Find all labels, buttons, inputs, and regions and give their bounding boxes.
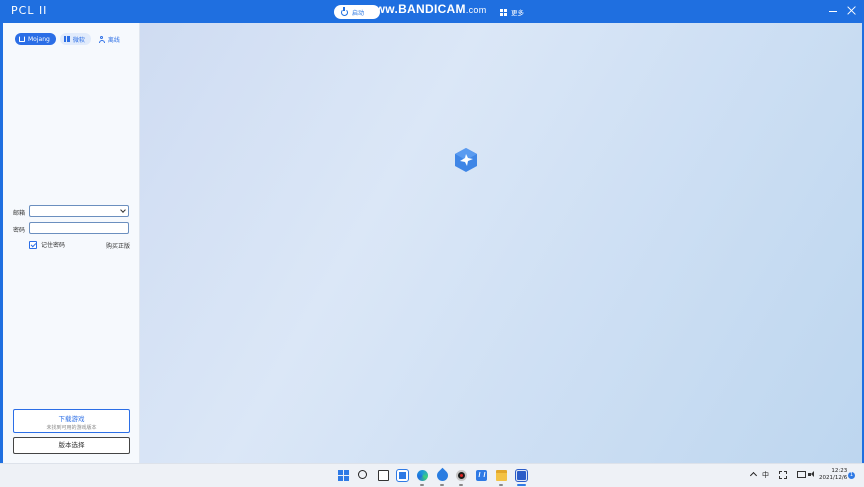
version-select-button[interactable]: 版本选择 bbox=[13, 437, 130, 454]
nav-more-button[interactable]: 更多 bbox=[500, 7, 524, 17]
task-view-icon[interactable] bbox=[378, 470, 389, 481]
search-icon[interactable] bbox=[358, 470, 367, 479]
tray-overflow-chevron-icon[interactable] bbox=[749, 471, 758, 480]
close-icon[interactable] bbox=[847, 5, 857, 17]
tab-mojang-label: Mojang bbox=[28, 35, 50, 43]
notification-badge[interactable]: 1 bbox=[848, 472, 855, 479]
ime-grid-icon[interactable] bbox=[779, 471, 787, 479]
taskbar-active-indicator bbox=[517, 484, 526, 486]
clock-date: 2021/12/6 bbox=[819, 475, 848, 481]
power-icon bbox=[341, 6, 348, 16]
windows-icon bbox=[63, 36, 70, 42]
start-icon[interactable] bbox=[338, 470, 349, 481]
nav-more-label: 更多 bbox=[511, 9, 524, 17]
download-game-button[interactable]: 下载游戏 未找到可用的游戏版本 bbox=[13, 409, 130, 433]
edge-browser-icon[interactable] bbox=[417, 470, 428, 481]
taskbar-clock[interactable]: 12:23 2021/12/6 bbox=[819, 468, 847, 482]
feather-app-icon[interactable] bbox=[434, 467, 451, 484]
taskbar-running-indicator bbox=[420, 484, 424, 486]
bandicam-record-icon[interactable] bbox=[456, 470, 467, 481]
remember-checkbox[interactable] bbox=[29, 240, 37, 249]
login-tabs: Mojang 微软 离线 bbox=[15, 33, 126, 45]
remember-password[interactable]: 记住密码 bbox=[29, 240, 65, 249]
ime-language[interactable]: 中 bbox=[762, 470, 769, 480]
pcl-launcher-taskbar-icon[interactable] bbox=[515, 469, 528, 482]
taskbar-running-indicator bbox=[459, 484, 463, 486]
app-title: PCL II bbox=[11, 4, 48, 17]
email-select[interactable] bbox=[29, 205, 129, 217]
store-icon[interactable] bbox=[476, 470, 487, 481]
password-label: 密码 bbox=[13, 227, 26, 234]
watermark-text: www.BANDICAM bbox=[366, 2, 466, 16]
chevron-down-icon bbox=[120, 207, 126, 213]
tab-offline-label: 离线 bbox=[107, 36, 120, 44]
minimize-icon[interactable] bbox=[829, 11, 837, 13]
mojang-icon bbox=[19, 36, 25, 42]
download-game-subtext: 未找到可用的游戏版本 bbox=[46, 425, 97, 431]
widgets-icon[interactable] bbox=[396, 469, 409, 482]
main-area bbox=[140, 23, 862, 463]
password-input[interactable] bbox=[29, 222, 129, 234]
remember-label: 记住密码 bbox=[41, 242, 66, 249]
bandicam-watermark: www.BANDICAM.com bbox=[366, 2, 487, 16]
volume-icon[interactable] bbox=[808, 471, 814, 478]
watermark-suffix: .com bbox=[465, 5, 487, 15]
tab-offline[interactable]: 离线 bbox=[95, 33, 126, 45]
clock-time: 12:23 bbox=[831, 468, 848, 474]
tab-mojang[interactable]: Mojang bbox=[15, 33, 56, 45]
title-bar: PCL II 启动 www.BANDICAM.com 更多 bbox=[0, 0, 864, 23]
file-explorer-icon[interactable] bbox=[496, 470, 507, 481]
display-icon[interactable] bbox=[797, 471, 806, 478]
tab-microsoft-label: 微软 bbox=[72, 36, 85, 44]
email-label: 邮箱 bbox=[13, 210, 26, 217]
pcl-logo-icon bbox=[455, 148, 477, 172]
user-icon bbox=[98, 36, 105, 43]
taskbar: 中 拼 12:23 2021/12/6 1 bbox=[0, 463, 864, 487]
tab-microsoft[interactable]: 微软 bbox=[59, 33, 91, 45]
grid-icon bbox=[500, 8, 507, 16]
taskbar-running-indicator bbox=[499, 484, 503, 486]
nav-launch-label: 启动 bbox=[352, 9, 365, 17]
buy-link[interactable]: 购买正版 bbox=[106, 241, 130, 250]
download-game-label: 下载游戏 bbox=[58, 415, 85, 423]
taskbar-running-indicator bbox=[440, 484, 444, 486]
login-sidebar: Mojang 微软 离线 邮箱 密码 记住密码 购买正版 下载游戏 未找到可用的… bbox=[3, 23, 140, 463]
